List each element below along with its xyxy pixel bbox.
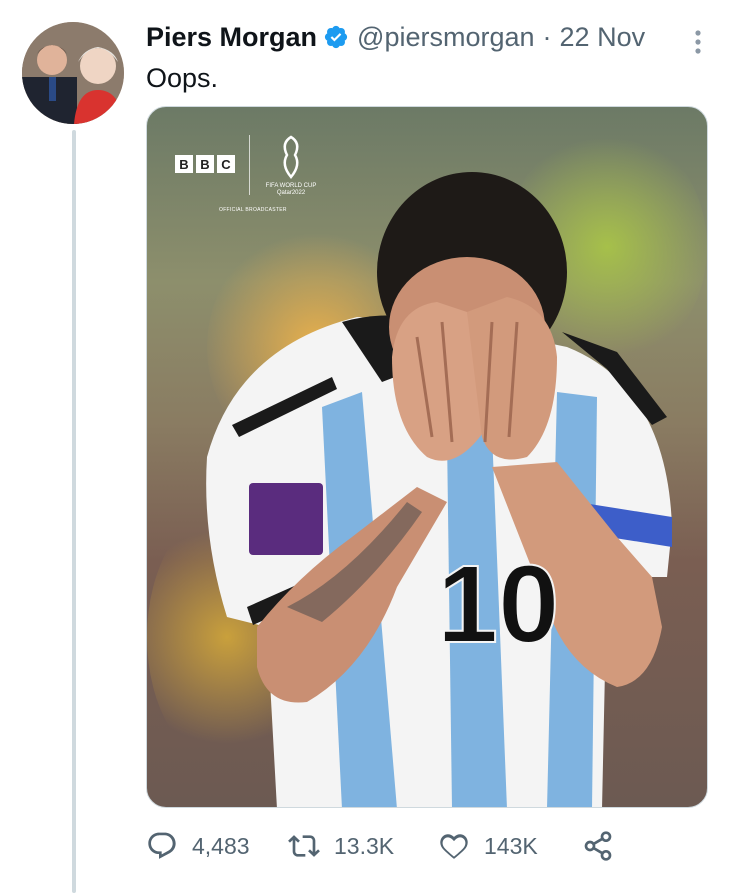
broadcaster-logo: B B C FIFA WORLD CUP Qatar2022 OFFICIAL … <box>175 135 325 215</box>
tweet-date[interactable]: 22 Nov <box>560 22 646 53</box>
shirt-number: 10 <box>437 543 559 666</box>
author-handle[interactable]: @piersmorgan <box>357 22 534 53</box>
avatar-photo <box>22 22 124 124</box>
share-button[interactable] <box>582 830 628 862</box>
avatar[interactable] <box>22 22 124 124</box>
tweet[interactable]: Piers Morgan @piersmorgan · 22 Nov Oops. <box>146 18 716 96</box>
bbc-letter: C <box>217 155 235 173</box>
retweet-count: 13.3K <box>334 832 395 859</box>
tweet-media-image[interactable]: 10 B B C FIFA WORLD CUP Qatar2022 OFFICI… <box>146 106 708 808</box>
separator-dot: · <box>542 21 552 52</box>
like-count: 143K <box>484 832 538 859</box>
logo-divider <box>249 135 250 195</box>
tweet-header: Piers Morgan @piersmorgan · 22 Nov <box>146 18 716 56</box>
share-icon <box>584 831 612 861</box>
like-button[interactable]: 143K <box>438 830 538 862</box>
official-broadcaster-text: OFFICIAL BROADCASTER <box>219 207 287 213</box>
retweet-icon <box>288 835 320 857</box>
avatar-column <box>22 22 126 124</box>
retweet-button[interactable]: 13.3K <box>288 830 394 862</box>
world-cup-trophy-icon <box>283 135 299 179</box>
tweet-actions: 4,483 13.3K 143K <box>146 826 626 866</box>
more-vertical-icon[interactable] <box>680 24 716 60</box>
verified-badge-icon <box>324 25 348 49</box>
thread-line <box>72 130 76 893</box>
reply-count: 4,483 <box>192 832 250 859</box>
heart-icon <box>440 834 468 859</box>
bbc-letter: B <box>175 155 193 173</box>
reply-button[interactable]: 4,483 <box>146 830 250 862</box>
bbc-letter: B <box>196 155 214 173</box>
author-name[interactable]: Piers Morgan <box>146 22 317 53</box>
tweet-text: Oops. <box>146 63 219 93</box>
bbc-logo: B B C <box>175 155 235 173</box>
reply-icon <box>148 832 176 859</box>
world-cup-text: FIFA WORLD CUP Qatar2022 <box>265 183 317 196</box>
